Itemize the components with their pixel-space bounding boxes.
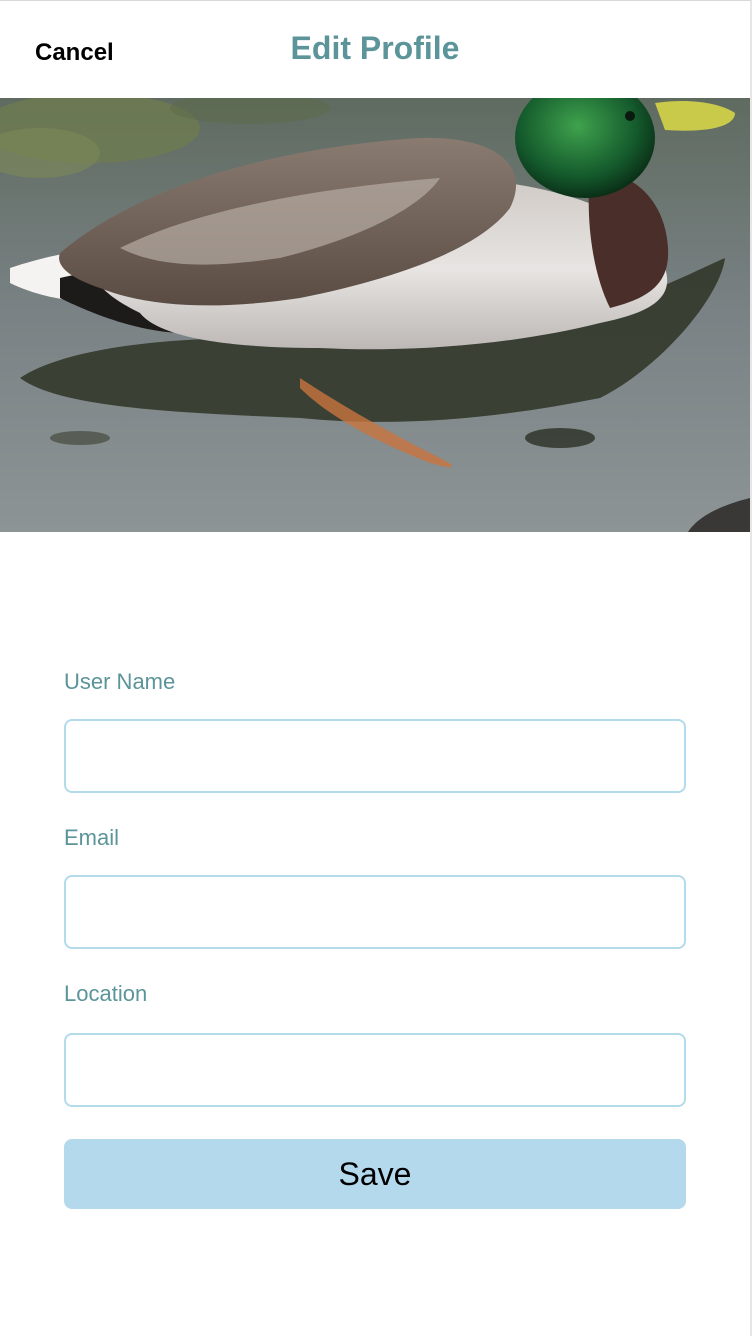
username-input[interactable] <box>64 719 686 793</box>
location-label: Location <box>64 981 148 1006</box>
email-label: Email <box>64 825 120 850</box>
email-input[interactable] <box>64 875 686 949</box>
header-bar: Cancel Edit Profile <box>0 1 750 98</box>
username-label: User Name <box>64 669 176 694</box>
page-title: Edit Profile <box>290 30 460 66</box>
cover-photo[interactable] <box>0 98 750 532</box>
location-input[interactable] <box>64 1033 686 1107</box>
save-button[interactable]: Save <box>64 1139 686 1209</box>
edit-profile-screen: Cancel Edit Profile User Name Email Loca… <box>0 0 752 1336</box>
duck-image <box>0 98 750 532</box>
